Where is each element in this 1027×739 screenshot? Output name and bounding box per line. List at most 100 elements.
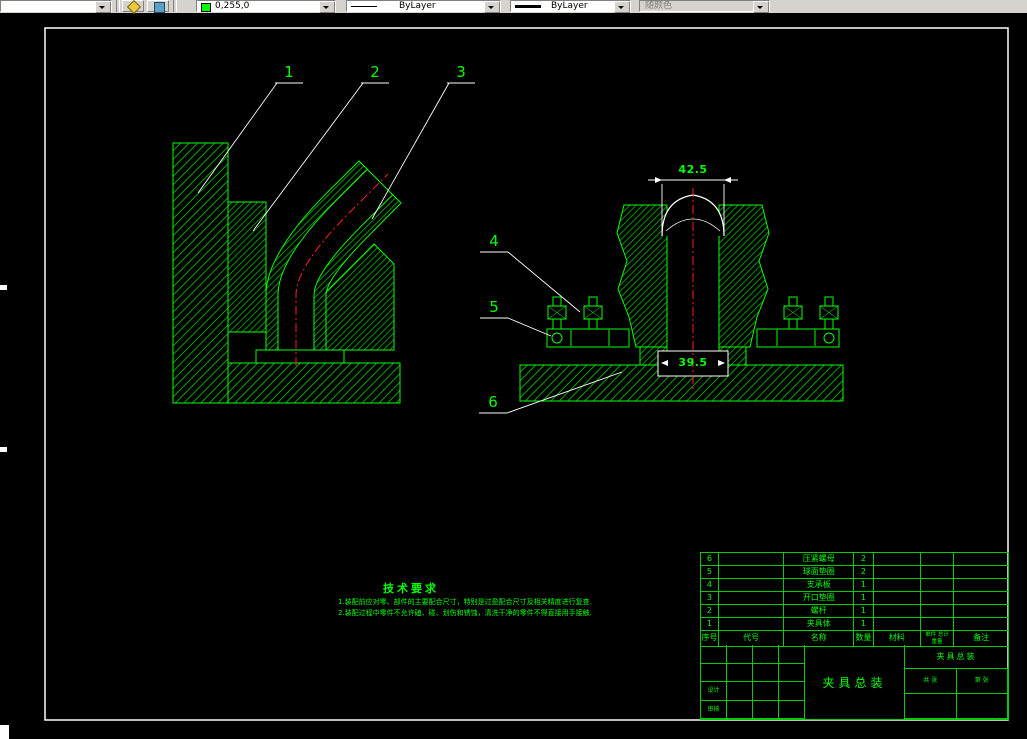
part-material [873, 566, 921, 579]
header-name: 名称 [784, 631, 855, 646]
title-block: 设计 审核 夹具总装 夹具总装 共 张 第 张 [700, 645, 1009, 720]
part-weight [920, 579, 955, 592]
tb-cell [701, 663, 727, 682]
parts-header-row: 序号 代号 名称 数量 材料 单件 总计 重量 备注 [701, 631, 1008, 646]
dimension-top: 42.5 [678, 163, 708, 176]
parts-row: 6 压紧螺母 2 [701, 553, 1009, 566]
part-weight [920, 592, 955, 605]
part-no: 6 [701, 553, 719, 566]
header-code: 代号 [719, 631, 785, 646]
part-remark [954, 553, 1009, 566]
part-material [873, 579, 921, 592]
part-code [718, 592, 785, 605]
application-window: { "toolbar": { "color_value": "0,255,0",… [0, 0, 1027, 739]
lineweight-combo[interactable]: ByLayer [510, 0, 631, 13]
color-value: 0,255,0 [215, 1, 250, 11]
tech-req-line: 2.装配过程中零件不允许磕、碰、划伤和锈蚀，清洗干净的零件不得直接用手接触. [338, 609, 592, 617]
balloon-label: 2 [370, 63, 380, 81]
sheet-total-cell: 共 张 [905, 669, 957, 694]
part-weight [920, 566, 955, 579]
tb-cell [726, 700, 753, 719]
part-material [873, 605, 921, 618]
title-block-main-title: 夹具总装 [805, 645, 906, 719]
title-block-sub-title: 夹具总装 [905, 645, 1008, 669]
tb-cell [778, 645, 805, 664]
corner-artifact [0, 725, 9, 739]
tb-cell [752, 645, 779, 664]
header-remark: 备注 [973, 633, 990, 642]
tb-cell: 审核 [701, 700, 727, 719]
edge-artifact [0, 285, 7, 290]
part-name: 支承板 [784, 579, 855, 592]
balloon-label: 6 [488, 393, 498, 411]
tech-requirements: 1.装配前应对零、部件的主要配合尺寸，特别是过盈配合尺寸及相关精度进行复查. 2… [338, 597, 608, 619]
tb-cell [778, 663, 805, 682]
chevron-down-icon[interactable] [319, 1, 335, 13]
color-combo[interactable]: 0,255,0 [196, 0, 336, 13]
part-material [873, 618, 921, 631]
tech-req-line: 1.装配前应对零、部件的主要配合尺寸，特别是过盈配合尺寸及相关精度进行复查. [338, 598, 592, 606]
tb-cell [752, 700, 779, 719]
tb-cell [726, 663, 753, 682]
tb-cell [726, 645, 753, 664]
part-no: 3 [701, 592, 719, 605]
part-remark [954, 618, 1009, 631]
dimension-bottom: 39.5 [678, 356, 708, 369]
header-weight-split: 单件 总计 [925, 632, 949, 638]
part-qty: 1 [854, 579, 874, 592]
header-material: 材料 [874, 631, 921, 646]
tech-req-title: 技术要求 [383, 582, 439, 595]
part-remark [954, 605, 1009, 618]
parts-row: 5 球面垫圈 2 [701, 566, 1009, 579]
linetype-combo[interactable]: ByLayer [346, 0, 501, 13]
part-remark [954, 592, 1009, 605]
tb-cell [778, 682, 805, 701]
toolbar-separator [173, 0, 177, 12]
part-qty: 2 [854, 566, 874, 579]
edge-artifact [0, 447, 7, 452]
part-code [718, 579, 785, 592]
part-weight [920, 618, 955, 631]
layer-previous-button[interactable] [147, 0, 169, 13]
make-layer-current-button[interactable] [122, 0, 144, 15]
part-qty: 1 [854, 605, 874, 618]
layer-previous-icon [154, 2, 165, 13]
tb-cell [701, 645, 727, 664]
balloon-label: 1 [284, 63, 294, 81]
part-qty: 1 [854, 618, 874, 631]
part-weight [920, 553, 955, 566]
sheet-number-cell: 第 张 [956, 669, 1008, 694]
tb-cell [778, 700, 805, 719]
properties-toolbar: 0,255,0 ByLayer ByLayer 随颜色 [0, 0, 1027, 15]
header-weight: 单件 总计 重量 [921, 631, 955, 646]
spherical-washer [551, 332, 563, 344]
part-remark [954, 566, 1009, 579]
tb-cell [905, 694, 957, 719]
chevron-down-icon[interactable] [614, 1, 630, 13]
title-block-signature-grid: 设计 审核 [701, 645, 805, 719]
balloon-label: 4 [489, 232, 499, 250]
balloon-label: 5 [489, 298, 499, 316]
part-remark [954, 579, 1009, 592]
chevron-down-icon[interactable] [95, 1, 111, 13]
color-swatch-icon [201, 3, 211, 12]
linetype-value: ByLayer [399, 1, 436, 11]
tb-cell [956, 694, 1008, 719]
part-no: 4 [701, 579, 719, 592]
chevron-down-icon [753, 1, 769, 13]
linetype-sample-icon [351, 6, 377, 7]
part-name: 压紧螺母 [784, 553, 855, 566]
plotstyle-combo: 随颜色 [639, 0, 770, 13]
chevron-down-icon[interactable] [484, 1, 500, 13]
balloon-label: 3 [456, 63, 466, 81]
part-no: 2 [701, 605, 719, 618]
part-name: 球面垫圈 [784, 566, 855, 579]
spherical-washer [823, 332, 835, 344]
part-no: 1 [701, 618, 719, 631]
tb-cell: 设计 [701, 682, 727, 701]
parts-row: 1 夹具体 1 [701, 618, 1009, 631]
layer-combo[interactable] [0, 0, 112, 13]
lineweight-sample-icon [515, 5, 541, 8]
part-no: 5 [701, 566, 719, 579]
plotstyle-value: 随颜色 [645, 1, 673, 11]
